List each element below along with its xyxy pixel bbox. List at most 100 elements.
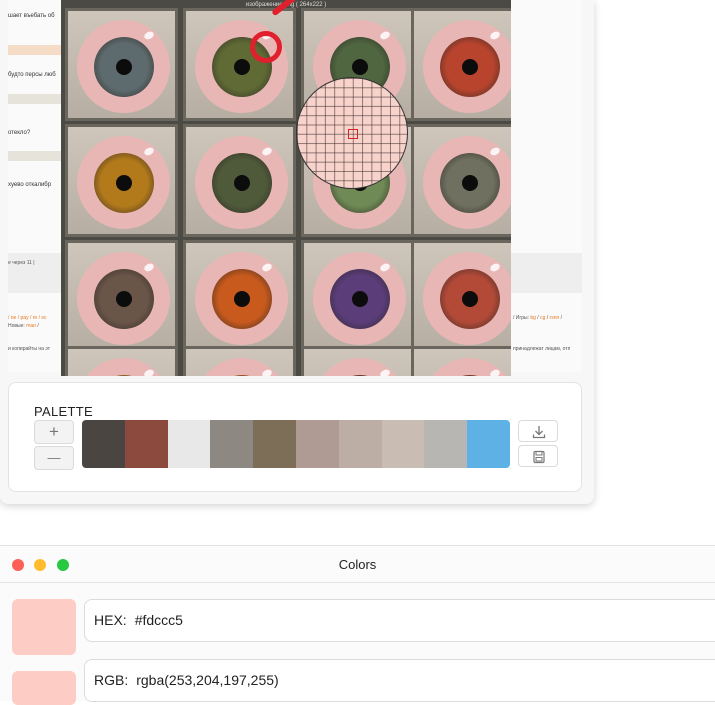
colors-titlebar: Colors [0, 546, 715, 583]
eyeball [423, 252, 511, 345]
post-block: будто персы люб [8, 45, 62, 78]
color-preview-swatch [12, 599, 76, 655]
eye-tile [183, 346, 296, 376]
save-icon [533, 450, 545, 464]
eyeball [423, 136, 511, 229]
footer-copyright-right: принадлежат лицам, отп [513, 346, 571, 352]
footer-copyright: и копирайты на эт [8, 346, 50, 352]
eye-tile [65, 8, 178, 121]
colors-window-title: Colors [338, 557, 377, 572]
palette-tool-window: шает въебать об будто персы люб отекло? … [0, 0, 594, 504]
footer-nav-left[interactable]: / ne / pay / re / sc [8, 315, 46, 321]
hex-label: HEX: [94, 612, 127, 628]
iris [93, 268, 154, 329]
post-text: хуево откалибр [8, 182, 52, 188]
eye-tile [411, 8, 511, 121]
eyeball [313, 358, 406, 376]
eye-tile [183, 8, 296, 121]
eye-highlight [260, 262, 274, 273]
remove-color-button[interactable]: — [34, 446, 74, 470]
footer-info: е через 11 | [8, 260, 35, 266]
post-header [8, 94, 62, 104]
post-block: отекло? [8, 94, 62, 136]
palette-title: PALETTE [34, 404, 93, 419]
pupil [115, 58, 132, 75]
iris [211, 152, 272, 213]
pupil [233, 58, 250, 75]
add-color-button[interactable]: + [34, 420, 74, 444]
rgb-field[interactable]: RGB: rgba(253,204,197,255) [84, 659, 715, 702]
eye-highlight [378, 262, 392, 273]
eye-tile [301, 240, 414, 353]
export-button[interactable] [518, 420, 558, 442]
eye-tile [301, 346, 414, 376]
palette-swatch[interactable] [167, 420, 211, 468]
eyeball [313, 252, 406, 345]
eye-highlight [260, 146, 274, 157]
pupil [461, 58, 478, 75]
eye-highlight [378, 368, 392, 376]
eye-highlight [488, 146, 502, 157]
iris [211, 268, 272, 329]
iris [329, 268, 390, 329]
hex-field[interactable]: HEX: #fdccc5 [84, 599, 715, 642]
save-button[interactable] [518, 445, 558, 467]
iris [439, 36, 500, 97]
pupil [461, 290, 478, 307]
iris [439, 152, 500, 213]
post-block: хуево откалибр [8, 151, 62, 188]
colors-window: Colors HEX: #fdccc5 RGB: rgba(253,204,197,… [0, 545, 715, 705]
rgb-value[interactable]: rgba(253,204,197,255) [136, 672, 278, 688]
pick-marker-icon [250, 31, 282, 63]
eye-tile [183, 240, 296, 353]
download-icon [532, 426, 546, 439]
palette-swatch[interactable] [295, 420, 339, 468]
footer-new-label: Новые: mao / [8, 323, 39, 329]
eye-highlight [488, 30, 502, 41]
eye-tile [65, 346, 178, 376]
eye-highlight [142, 368, 156, 376]
eye-tile [411, 240, 511, 353]
palette-swatch[interactable] [424, 420, 468, 468]
color-preview-swatch-2 [12, 671, 76, 705]
hex-value[interactable]: #fdccc5 [135, 612, 183, 628]
eye-tile [411, 124, 511, 237]
pupil [233, 290, 250, 307]
pupil [115, 174, 132, 191]
post-header [8, 45, 62, 55]
eyeball [423, 20, 511, 113]
iris [439, 268, 500, 329]
post-block: шает въебать об [8, 10, 62, 19]
palette-panel: PALETTE + — [8, 382, 582, 492]
magnifier-center-pixel [348, 129, 358, 139]
post-header [8, 151, 62, 161]
pupil [351, 290, 368, 307]
post-text: шает въебать об [8, 13, 55, 19]
eye-highlight [142, 146, 156, 157]
palette-swatch[interactable] [210, 420, 254, 468]
post-text: отекло? [8, 130, 31, 136]
pupil [461, 174, 478, 191]
eye-highlight [488, 262, 502, 273]
eye-highlight [488, 368, 502, 376]
palette-swatches [82, 420, 510, 468]
iris [93, 152, 154, 213]
pupil [233, 174, 250, 191]
eye-highlight [378, 30, 392, 41]
eyeball [77, 252, 170, 345]
image-preview[interactable]: изображение.png ( 264x222 ) [61, 0, 511, 376]
eyeball [423, 358, 511, 376]
palette-swatch[interactable] [124, 420, 168, 468]
post-text: будто персы люб [8, 72, 56, 78]
palette-swatch[interactable] [381, 420, 425, 468]
palette-swatch[interactable] [253, 420, 296, 468]
palette-swatch[interactable] [467, 420, 510, 468]
eye-highlight [142, 262, 156, 273]
eye-tile [65, 240, 178, 353]
eyeball [195, 136, 288, 229]
palette-swatch[interactable] [82, 420, 125, 468]
palette-swatch[interactable] [338, 420, 382, 468]
pupil [351, 58, 368, 75]
eyeball [77, 358, 170, 376]
footer-nav-right[interactable]: / Игры: bg / cg / rsnn / [513, 315, 562, 321]
